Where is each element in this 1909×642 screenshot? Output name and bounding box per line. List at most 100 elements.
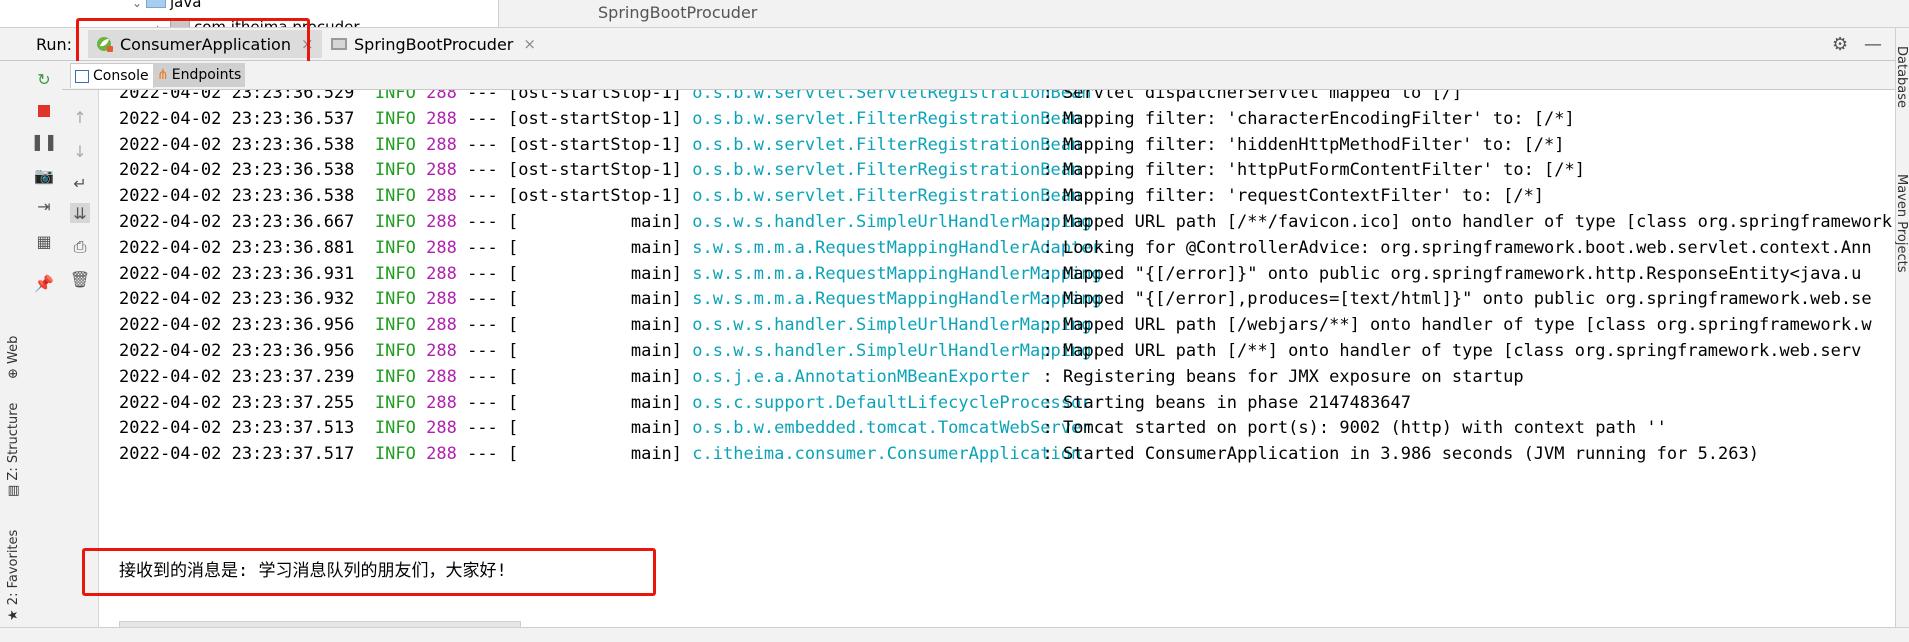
scroll-to-end-icon[interactable]: ⇊ [70,203,90,223]
log-thread: [ main] [508,315,683,336]
layout-icon[interactable]: ▦ [34,231,54,251]
side-tab-web[interactable]: ⊕ Web [6,336,21,379]
arrow-up-icon[interactable]: ↑ [70,107,90,127]
right-tool-strip: Database Maven Projects [1894,28,1909,627]
log-date: 2022-04-02 23:23:37.239 [119,366,355,387]
tree-item-java[interactable]: ⌄ java [132,0,201,11]
log-level: INFO [374,366,416,387]
log-pid: 288 [426,444,457,465]
log-thread: [ost-startStop-1] [508,160,683,181]
log-separator: --- [467,263,498,284]
log-date: 2022-04-02 23:23:36.956 [119,315,355,336]
log-message: : Servlet dispatcherServlet mapped to [/… [1042,90,1463,103]
log-level: INFO [374,289,416,310]
side-tab-favorites[interactable]: ★ 2: Favorites [6,530,21,621]
pin-icon[interactable]: 📌 [34,273,54,293]
log-line: 2022-04-02 23:23:37.517 INFO 288 --- [ m… [119,439,1759,470]
log-separator: --- [467,418,498,439]
star-icon: ★ [6,609,21,621]
camera-icon[interactable]: 📷 [34,165,54,185]
log-date: 2022-04-02 23:23:36.931 [119,263,355,284]
log-message: : Mapping filter: 'hiddenHttpMethodFilte… [1042,134,1565,155]
log-separator: --- [467,90,498,103]
log-separator: --- [467,134,498,155]
log-message: : Tomcat started on port(s): 9002 (http)… [1042,418,1667,439]
log-pid: 288 [426,341,457,361]
trash-icon[interactable]: 🗑 [70,269,90,289]
log-message: : Mapping filter: 'httpPutFormContentFil… [1042,160,1585,181]
arrow-down-icon[interactable]: ↓ [70,141,90,161]
rerun-icon[interactable]: ↻ [34,69,54,89]
log-date: 2022-04-02 23:23:37.513 [119,418,355,439]
log-date: 2022-04-02 23:23:36.956 [119,341,355,361]
log-message: : Mapped "{[/error],produces=[text/html]… [1042,289,1872,310]
log-logger[interactable]: c.itheima.consumer.ConsumerApplication [692,439,1081,470]
log-level: INFO [374,186,416,207]
log-message: : Mapped URL path [/webjars/**] onto han… [1042,315,1872,336]
log-date: 2022-04-02 23:23:36.538 [119,160,355,181]
run-config-icon [331,38,347,50]
exit-icon[interactable]: ⇥ [34,196,54,216]
run-subtabs: Console ⋔ Endpoints [62,61,1895,90]
log-separator: --- [467,444,498,465]
structure-icon: ▤ [6,484,21,497]
globe-icon: ⊕ [6,368,21,379]
log-level: INFO [374,108,416,129]
tab-console[interactable]: Console [70,63,154,88]
log-message: : Mapping filter: 'requestContextFilter'… [1042,186,1545,207]
console-output[interactable]: 2022-04-02 23:23:36.529 INFO 288 --- [os… [99,90,1895,627]
console-icon [75,69,89,83]
side-tab-database[interactable]: Database [1894,46,1909,108]
log-thread: [ main] [508,444,683,465]
run-label: Run: [36,35,73,54]
tab-endpoints[interactable]: ⋔ Endpoints [153,63,246,87]
log-level: INFO [374,341,416,361]
log-pid: 288 [426,237,457,258]
gear-icon[interactable]: ⚙ [1832,34,1848,55]
endpoints-icon: ⋔ [157,67,169,83]
log-pid: 288 [426,418,457,439]
highlight-box-output [82,548,656,596]
log-pid: 288 [426,212,457,232]
side-tab-structure[interactable]: ▤ Z: Structure [6,403,21,497]
log-message: : Mapped URL path [/**] onto handler of … [1042,341,1862,361]
log-date: 2022-04-02 23:23:36.538 [119,134,355,155]
log-separator: --- [467,108,498,129]
log-separator: --- [467,315,498,336]
log-level: INFO [374,263,416,284]
tab-label: SpringBootProcuder [354,34,514,54]
log-separator: --- [467,366,498,387]
soft-wrap-icon[interactable]: ↵ [70,173,90,193]
log-separator: --- [467,341,498,361]
log-thread: [ main] [508,237,683,258]
close-icon[interactable]: × [523,35,536,53]
status-bar [0,627,1909,642]
stop-icon[interactable] [34,101,54,121]
log-level: INFO [374,160,416,181]
log-pid: 288 [426,90,457,103]
log-message: : Mapped URL path [/**/favicon.ico] onto… [1042,212,1893,232]
log-separator: --- [467,186,498,207]
log-separator: --- [467,237,498,258]
log-date: 2022-04-02 23:23:36.537 [119,108,355,129]
side-tab-maven[interactable]: Maven Projects [1894,174,1909,273]
log-level: INFO [374,444,416,465]
log-level: INFO [374,418,416,439]
log-date: 2022-04-02 23:23:36.538 [119,186,355,207]
log-date: 2022-04-02 23:23:37.255 [119,392,355,413]
log-level: INFO [374,212,416,232]
log-date: 2022-04-02 23:23:36.881 [119,237,355,258]
log-message: : Mapping filter: 'characterEncodingFilt… [1042,108,1575,129]
log-pid: 288 [426,289,457,310]
tab-springboot-procuder[interactable]: SpringBootProcuder × [322,30,544,58]
log-thread: [ main] [508,289,683,310]
print-icon[interactable]: ⎙ [70,237,90,257]
console-tool-strip: ↑ ↓ ↵ ⇊ ⎙ 🗑 [62,61,99,627]
log-message: : Starting beans in phase 2147483647 [1042,392,1411,413]
log-level: INFO [374,134,416,155]
minimize-icon[interactable]: — [1864,34,1882,55]
pause-icon[interactable]: ❚❚ [31,131,58,151]
log-thread: [ main] [508,366,683,387]
log-pid: 288 [426,134,457,155]
folder-icon [146,0,166,8]
